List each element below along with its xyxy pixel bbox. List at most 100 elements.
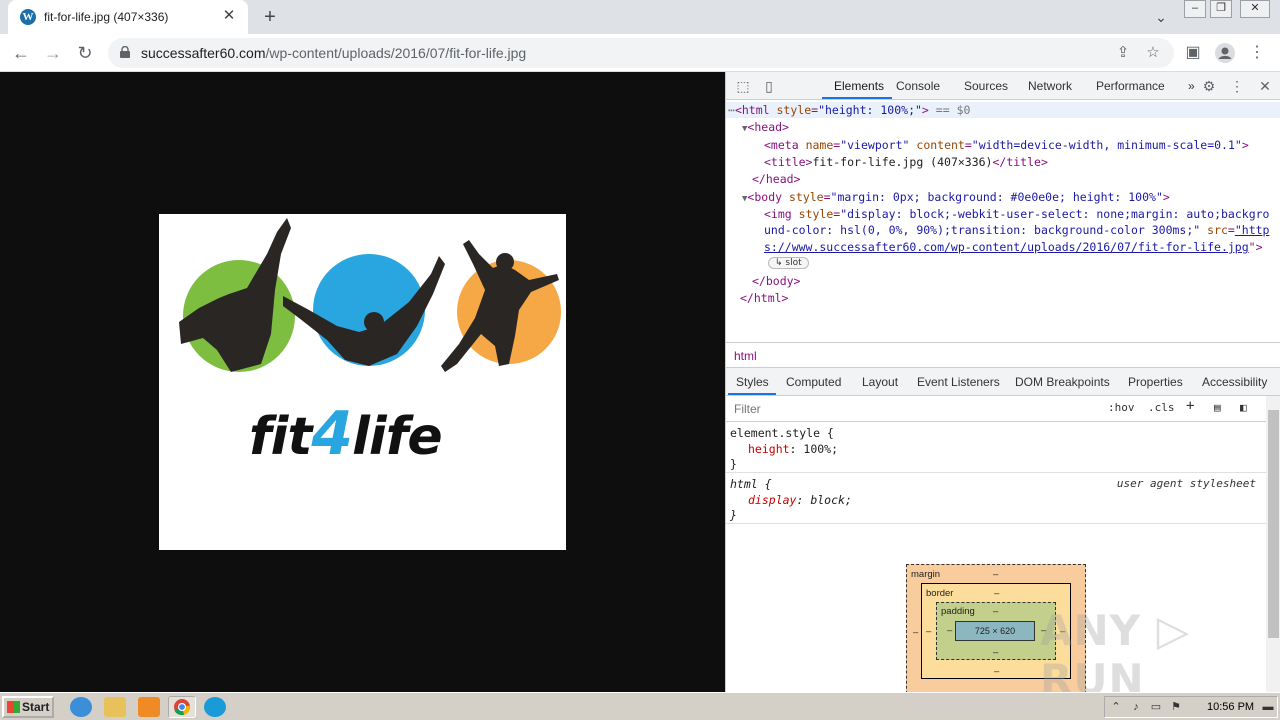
rendering-emulation-icon[interactable]: ▤	[1214, 401, 1221, 414]
chrome-icon	[174, 699, 191, 716]
logo-text: fit4life	[249, 399, 443, 469]
filter-input[interactable]	[730, 399, 1098, 419]
show-desktop-icon[interactable]: ▬	[1261, 700, 1275, 714]
anyrun-watermark: ANY ▷ RUN	[1040, 606, 1190, 704]
lock-icon	[120, 46, 130, 58]
tab-console[interactable]: Console	[896, 79, 940, 93]
dom-node-body-close[interactable]: </body>	[752, 274, 800, 288]
network-icon[interactable]: ▭	[1149, 700, 1163, 714]
tab-dom-breakpoints[interactable]: DOM Breakpoints	[1015, 375, 1110, 389]
toggle-sidebar-icon[interactable]: ◧	[1240, 401, 1247, 414]
settings-gear-icon[interactable]: ⚙	[1200, 77, 1218, 95]
box-model-padding[interactable]: padding – – – – 725 × 620	[936, 602, 1056, 660]
elements-dom-tree: ⋯<html style="height: 100%;"> == $0 ▼<he…	[726, 100, 1280, 342]
more-tabs-button[interactable]: »	[1188, 79, 1195, 93]
dom-node-html-close[interactable]: </html>	[740, 291, 788, 305]
windows-logo-icon	[7, 701, 20, 713]
border-bottom-value: –	[994, 666, 1000, 677]
slot-badge[interactable]: ↳ slot	[768, 257, 809, 269]
start-button[interactable]: Start	[2, 696, 54, 718]
tab-elements[interactable]: Elements	[834, 79, 884, 93]
address-bar[interactable]: successafter60.com/wp-content/uploads/20…	[108, 38, 1174, 68]
scrollbar-thumb[interactable]	[1268, 410, 1279, 638]
reload-icon[interactable]: ↻	[72, 40, 98, 66]
rule-element-style-prop[interactable]: height: 100%;	[748, 442, 838, 456]
page-viewport: fit4life	[0, 72, 725, 692]
dom-node-title[interactable]: <title>fit-for-life.jpg (407×336)</title…	[764, 155, 1048, 169]
restore-button[interactable]: ❐	[1210, 0, 1232, 18]
bookmark-star-icon[interactable]: ☆	[1142, 42, 1164, 64]
internet-explorer-icon[interactable]	[70, 697, 92, 717]
breadcrumb-html[interactable]: html	[734, 349, 757, 363]
share-icon[interactable]: ⇪	[1112, 42, 1134, 64]
rule-html-selector[interactable]: html {	[730, 477, 772, 491]
chrome-taskbar-button[interactable]	[168, 696, 196, 718]
rule-separator	[726, 523, 1266, 524]
dom-node-head[interactable]: ▼<head>	[742, 120, 789, 134]
tab-network[interactable]: Network	[1028, 79, 1072, 93]
tab-properties[interactable]: Properties	[1128, 375, 1183, 389]
new-tab-button[interactable]: +	[258, 5, 282, 29]
tab-accessibility[interactable]: Accessibility	[1202, 375, 1267, 389]
tab-computed[interactable]: Computed	[786, 375, 841, 389]
menu-kebab-icon[interactable]: ⋮	[1244, 40, 1270, 66]
styles-filter-bar: :hov .cls + ▤ ◧	[726, 396, 1266, 422]
dom-node-img-src[interactable]: s://www.successafter60.com/wp-content/up…	[764, 240, 1263, 254]
edge-icon[interactable]	[204, 697, 226, 717]
padding-top-value: –	[993, 606, 999, 617]
active-panel-tab-indicator	[728, 393, 776, 395]
border-label: border	[926, 588, 954, 599]
dom-node-img-cont: und-color: hsl(0, 0%, 90%);transition: b…	[764, 223, 1270, 237]
cls-toggle[interactable]: .cls	[1148, 401, 1175, 414]
close-window-button[interactable]: ✕	[1240, 0, 1270, 18]
hov-toggle[interactable]: :hov	[1108, 401, 1135, 414]
dom-node-html[interactable]: ⋯<html style="height: 100%;"> == $0	[728, 103, 970, 117]
action-center-flag-icon[interactable]: ⚑	[1169, 700, 1183, 714]
dom-node-head-close[interactable]: </head>	[752, 172, 800, 186]
devtools-tabbar: ⬚ ▯ Elements Console Sources Network Per…	[726, 72, 1280, 100]
dom-node-body[interactable]: ▼<body style="margin: 0px; background: #…	[742, 190, 1170, 204]
close-devtools-icon[interactable]: ✕	[1256, 77, 1274, 95]
tab-search-icon[interactable]: ⌄	[1150, 6, 1172, 28]
clock[interactable]: 10:56 PM	[1207, 701, 1254, 713]
browser-tab[interactable]: W fit-for-life.jpg (407×336) ✕	[8, 0, 248, 34]
new-style-rule-icon[interactable]: +	[1186, 398, 1194, 414]
windows-taskbar: Start ⌃ ♪ ▭ ⚑ 10:56 PM ▬	[0, 692, 1280, 720]
media-player-icon[interactable]	[138, 697, 160, 717]
margin-left-value: –	[913, 627, 919, 638]
tab-styles[interactable]: Styles	[736, 375, 769, 389]
profile-avatar-icon[interactable]	[1212, 40, 1238, 66]
styles-panel-tabs: Styles Computed Layout Event Listeners D…	[726, 368, 1280, 396]
close-tab-icon[interactable]: ✕	[220, 7, 238, 25]
device-toolbar-icon[interactable]: ▯	[760, 77, 778, 95]
tab-performance[interactable]: Performance	[1096, 79, 1165, 93]
tab-strip: W fit-for-life.jpg (407×336) ✕ + ⌄ – ❐ ✕	[0, 0, 1280, 34]
volume-icon[interactable]: ♪	[1129, 700, 1143, 714]
file-explorer-icon[interactable]	[104, 697, 126, 717]
rule-html-close: }	[730, 508, 737, 522]
dom-node-img[interactable]: <img style="display: block;-webkit-user-…	[764, 207, 1269, 221]
fit-for-life-image[interactable]: fit4life	[159, 214, 566, 550]
rule-element-style-selector[interactable]: element.style {	[730, 426, 834, 440]
system-tray: ⌃ ♪ ▭ ⚑ 10:56 PM ▬	[1104, 696, 1278, 718]
active-tab-indicator	[822, 97, 892, 99]
margin-label: margin	[911, 569, 941, 580]
tab-layout[interactable]: Layout	[862, 375, 898, 389]
devtools-menu-icon[interactable]: ⋮	[1228, 77, 1246, 95]
rule-html-prop[interactable]: display: block;	[748, 493, 852, 507]
side-panel-icon[interactable]: ▣	[1180, 40, 1206, 66]
box-model-content[interactable]: 725 × 620	[955, 621, 1035, 641]
url-text: successafter60.com/wp-content/uploads/20…	[141, 45, 527, 61]
padding-label: padding	[941, 606, 975, 617]
tab-sources[interactable]: Sources	[964, 79, 1008, 93]
dom-node-meta[interactable]: <meta name="viewport" content="width=dev…	[764, 138, 1249, 152]
devtools-panel: ⬚ ▯ Elements Console Sources Network Per…	[725, 72, 1280, 704]
wordpress-icon: W	[20, 9, 36, 25]
back-icon[interactable]: ←	[8, 40, 34, 66]
inspect-element-icon[interactable]: ⬚	[734, 77, 752, 95]
forward-icon[interactable]: →	[40, 40, 66, 66]
minimize-button[interactable]: –	[1184, 0, 1206, 18]
show-hidden-icons-icon[interactable]: ⌃	[1109, 700, 1123, 714]
border-top-value: –	[994, 588, 1000, 599]
tab-event-listeners[interactable]: Event Listeners	[917, 375, 1000, 389]
